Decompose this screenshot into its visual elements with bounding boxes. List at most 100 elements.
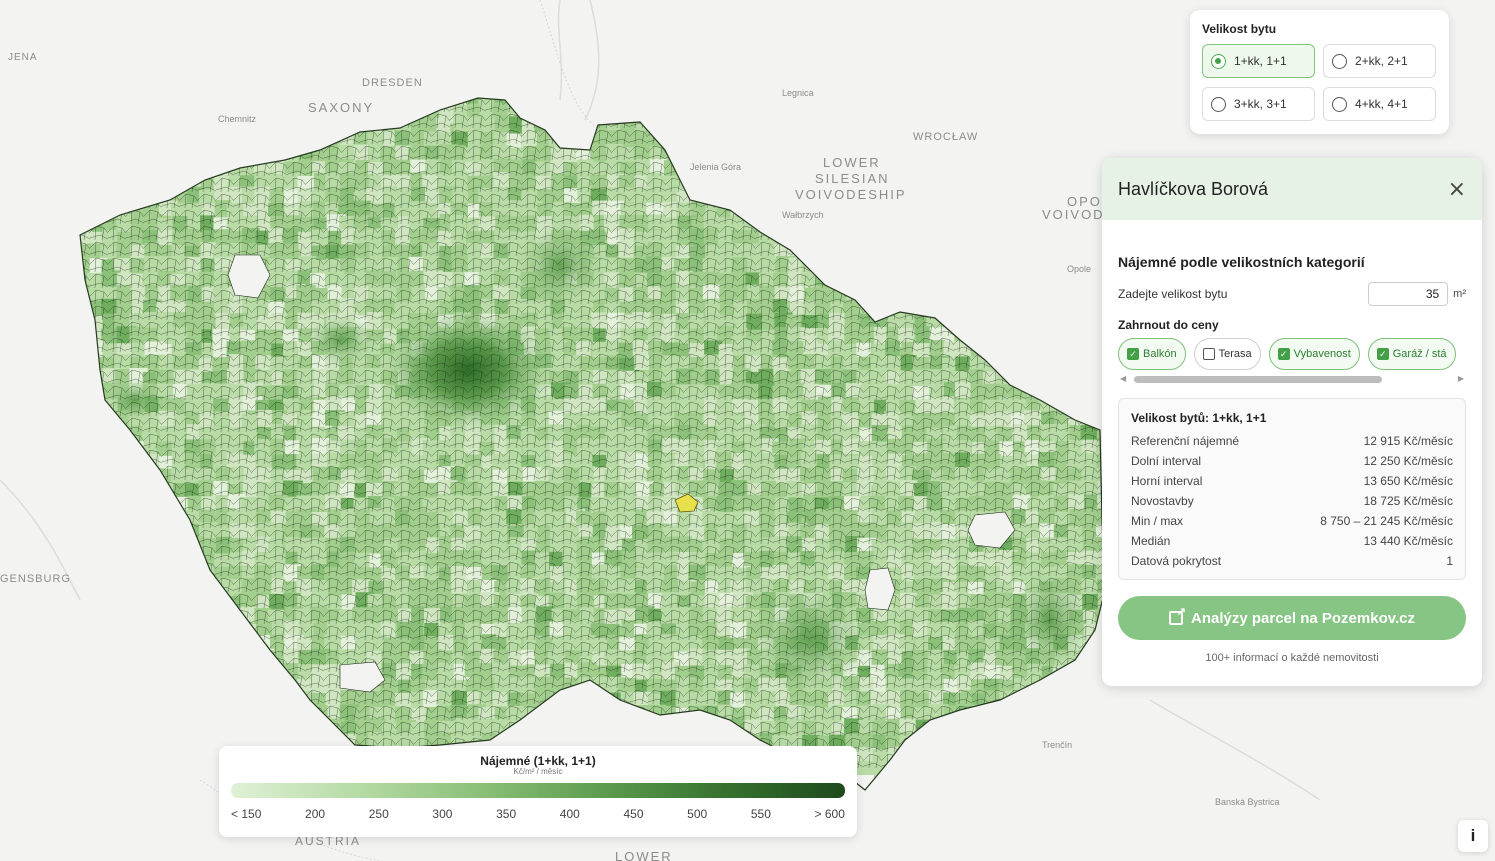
external-link-icon: [1169, 605, 1186, 625]
stats-title: Velikost bytů: 1+kk, 1+1: [1131, 411, 1267, 425]
size-option-label: 4+kk, 4+1: [1355, 97, 1408, 111]
stat-label: Dolní interval: [1131, 454, 1202, 468]
stat-row: Dolní interval 12 250 Kč/měsíc: [1131, 451, 1453, 471]
chip-balkon[interactable]: ✓ Balkón: [1118, 338, 1186, 370]
place-label: JENA: [8, 52, 38, 63]
chips-scrollbar[interactable]: ◀ ▶: [1118, 374, 1466, 384]
place-label: Legnica: [782, 88, 814, 98]
size-option-label: 3+kk, 3+1: [1234, 97, 1287, 111]
info-button[interactable]: i: [1458, 820, 1488, 852]
size-option-2kk[interactable]: 2+kk, 2+1: [1323, 44, 1436, 78]
legend-tick: 400: [559, 807, 580, 821]
place-label: Chemnitz: [218, 114, 257, 124]
stat-label: Medián: [1131, 534, 1171, 548]
stat-label: Datová pokrytost: [1131, 554, 1222, 568]
stat-row: Min / max 8 750 – 21 245 Kč/měsíc: [1131, 511, 1453, 531]
size-option-3kk[interactable]: 3+kk, 3+1: [1202, 87, 1315, 121]
map-legend: Nájemné (1+kk, 1+1) Kč/m² / měsíc < 150 …: [219, 746, 857, 837]
stat-label: Min / max: [1131, 514, 1184, 528]
cta-subtitle: 100+ informací o každé nemovitosti: [1205, 652, 1379, 664]
place-label: Jelenia Góra: [690, 162, 741, 172]
area-label: Zadejte velikost bytu: [1118, 287, 1228, 301]
size-option-4kk[interactable]: 4+kk, 4+1: [1323, 87, 1436, 121]
legend-unit: Kč/m² / měsíc: [513, 767, 563, 776]
feature-chips: ✓ Balkón Terasa ✓ Vybavenost ✓ Garáž / s…: [1118, 338, 1466, 370]
pozemkov-analysis-button[interactable]: Analýzy parcel na Pozemkov.cz: [1118, 596, 1466, 640]
stat-row: Novostavby 18 725 Kč/měsíc: [1131, 491, 1453, 511]
legend-tick: 550: [750, 807, 771, 821]
legend-tick: < 150: [231, 807, 262, 821]
chip-vybavenost[interactable]: ✓ Vybavenost: [1268, 338, 1360, 370]
legend-ticks: < 150 200 250 300 350 400 450 500 550 > …: [231, 807, 845, 821]
legend-tick: > 600: [814, 807, 845, 821]
legend-color-scale: [231, 783, 845, 798]
area-unit: m²: [1453, 288, 1466, 300]
place-label: VOIVODESHIP: [795, 187, 907, 202]
radio-icon: [1211, 96, 1226, 112]
stat-value: 18 725 Kč/měsíc: [1363, 494, 1453, 508]
area-input[interactable]: [1368, 282, 1449, 306]
chip-terasa[interactable]: Terasa: [1193, 338, 1261, 370]
apartment-size-selector: Velikost bytu 1+kk, 1+1 2+kk, 2+1 3+kk, …: [1190, 10, 1449, 134]
legend-tick: 350: [496, 807, 517, 821]
legend-tick: 500: [687, 807, 708, 821]
stat-row: Referenční nájemné 12 915 Kč/měsíc: [1131, 431, 1453, 451]
stat-value: 1: [1446, 554, 1453, 568]
stat-value: 12 915 Kč/měsíc: [1363, 434, 1453, 448]
place-label: LOWER: [615, 849, 673, 861]
stat-label: Novostavby: [1131, 494, 1194, 508]
place-label: Trenčín: [1042, 740, 1072, 750]
legend-tick: 300: [432, 807, 453, 821]
checkbox-checked-icon: ✓: [1277, 348, 1290, 360]
place-label: DRESDEN: [362, 77, 423, 89]
stat-label: Referenční nájemné: [1131, 434, 1240, 448]
rent-stats-box: Velikost bytů: 1+kk, 1+1 Referenční náje…: [1118, 398, 1466, 580]
area-row: Zadejte velikost bytu m²: [1118, 282, 1466, 306]
size-selector-title: Velikost bytu: [1202, 22, 1277, 36]
checkbox-checked-icon: ✓: [1376, 348, 1389, 360]
size-option-label: 1+kk, 1+1: [1234, 54, 1287, 68]
place-label: LOWER: [823, 155, 881, 170]
panel-header: Havlíčkova Borová ×: [1102, 158, 1482, 220]
stat-label: Horní interval: [1131, 474, 1203, 488]
municipality-detail-panel: Havlíčkova Borová × Nájemné podle veliko…: [1102, 158, 1482, 686]
stat-row: Medián 13 440 Kč/měsíc: [1131, 531, 1453, 551]
size-option-label: 2+kk, 2+1: [1355, 54, 1408, 68]
chip-label: Vybavenost: [1293, 348, 1351, 360]
legend-tick: 250: [368, 807, 389, 821]
cta-label: Analýzy parcel na Pozemkov.cz: [1191, 609, 1415, 627]
scrollbar-thumb[interactable]: [1134, 376, 1382, 383]
chip-label: Balkón: [1143, 348, 1177, 360]
radio-icon: [1332, 53, 1347, 69]
rent-section-title: Nájemné podle velikostních kategorií: [1118, 254, 1365, 270]
stat-row: Horní interval 13 650 Kč/měsíc: [1131, 471, 1453, 491]
size-option-1kk[interactable]: 1+kk, 1+1: [1202, 44, 1315, 78]
scroll-right-icon[interactable]: ▶: [1458, 374, 1464, 383]
stat-value: 13 440 Kč/měsíc: [1363, 534, 1453, 548]
legend-title: Nájemné (1+kk, 1+1): [480, 754, 596, 768]
stat-value: 12 250 Kč/měsíc: [1363, 454, 1453, 468]
include-title: Zahrnout do ceny: [1118, 318, 1219, 332]
legend-tick: 450: [623, 807, 644, 821]
municipality-name: Havlíčkova Borová: [1118, 178, 1269, 199]
place-label: WROCŁAW: [913, 131, 978, 143]
place-label: GENSBURG: [0, 573, 71, 585]
checkbox-icon: [1202, 348, 1215, 360]
place-label: SILESIAN: [815, 171, 890, 186]
place-label: Wałbrzych: [782, 210, 824, 220]
stat-value: 8 750 – 21 245 Kč/měsíc: [1320, 514, 1453, 528]
place-label: Banská Bystrica: [1215, 797, 1280, 807]
radio-icon: [1332, 96, 1347, 112]
checkbox-checked-icon: ✓: [1127, 348, 1139, 360]
radio-icon: [1211, 53, 1226, 69]
stat-value: 13 650 Kč/měsíc: [1363, 474, 1453, 488]
chip-garaz[interactable]: ✓ Garáž / stá: [1367, 338, 1456, 370]
place-label: SAXONY: [308, 100, 374, 115]
stat-row: Datová pokrytost 1: [1131, 551, 1453, 571]
close-icon[interactable]: ×: [1448, 177, 1466, 202]
place-label: Opole: [1067, 264, 1091, 274]
scroll-left-icon[interactable]: ◀: [1120, 374, 1126, 383]
chip-label: Terasa: [1218, 348, 1252, 360]
chip-label: Garáž / stá: [1392, 348, 1447, 360]
legend-tick: 200: [305, 807, 326, 821]
